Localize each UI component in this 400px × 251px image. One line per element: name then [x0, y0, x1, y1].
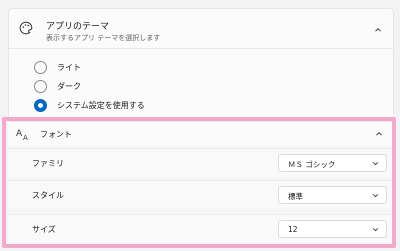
- chevron-up-icon[interactable]: [373, 25, 383, 35]
- font-size-value: 12: [288, 225, 298, 234]
- font-card: A A フォント ファミリ ＭＳ ゴシック スタイル 標準 サイズ 12: [8, 122, 394, 243]
- theme-option-label: システム設定を使用する: [57, 100, 145, 110]
- radio-button[interactable]: [34, 60, 47, 74]
- font-style-value: 標準: [288, 192, 303, 201]
- font-title: フォント: [40, 130, 72, 139]
- font-size-dropdown[interactable]: 12: [278, 220, 387, 238]
- font-size-label: サイズ: [32, 225, 56, 234]
- radio-button[interactable]: [34, 79, 47, 93]
- font-icon: A A: [16, 129, 28, 141]
- font-style-label: スタイル: [32, 191, 64, 200]
- theme-option-label: ライト: [57, 62, 81, 72]
- font-family-dropdown[interactable]: ＭＳ ゴシック: [278, 154, 387, 172]
- palette-icon: [19, 21, 33, 35]
- app-theme-header[interactable]: アプリのテーマ 表示するアプリ テーマを選択します: [9, 9, 393, 49]
- theme-option-dark[interactable]: ダーク: [34, 78, 81, 94]
- font-style-row: スタイル 標準: [8, 180, 394, 209]
- font-size-row: サイズ 12: [8, 214, 394, 243]
- chevron-down-icon: [372, 228, 379, 232]
- chevron-down-icon: [372, 194, 379, 198]
- app-theme-card: アプリのテーマ 表示するアプリ テーマを選択します ライト ダーク システム設定…: [8, 8, 394, 122]
- chevron-up-icon[interactable]: [374, 129, 384, 139]
- radio-button-selected[interactable]: [34, 98, 47, 112]
- svg-text:A: A: [23, 134, 28, 141]
- font-family-row: ファミリ ＭＳ ゴシック: [8, 148, 394, 177]
- settings-page: アプリのテーマ 表示するアプリ テーマを選択します ライト ダーク システム設定…: [0, 0, 400, 251]
- theme-option-system[interactable]: システム設定を使用する: [34, 97, 145, 113]
- theme-option-light[interactable]: ライト: [34, 59, 81, 75]
- svg-text:A: A: [16, 129, 23, 139]
- chevron-down-icon: [372, 162, 379, 166]
- font-family-label: ファミリ: [32, 159, 64, 168]
- font-family-value: ＭＳ ゴシック: [288, 160, 336, 169]
- app-theme-description: 表示するアプリ テーマを選択します: [46, 34, 161, 42]
- app-theme-title: アプリのテーマ: [46, 22, 110, 32]
- font-header[interactable]: A A フォント: [8, 122, 394, 146]
- font-style-dropdown[interactable]: 標準: [278, 186, 387, 204]
- theme-option-label: ダーク: [57, 81, 81, 91]
